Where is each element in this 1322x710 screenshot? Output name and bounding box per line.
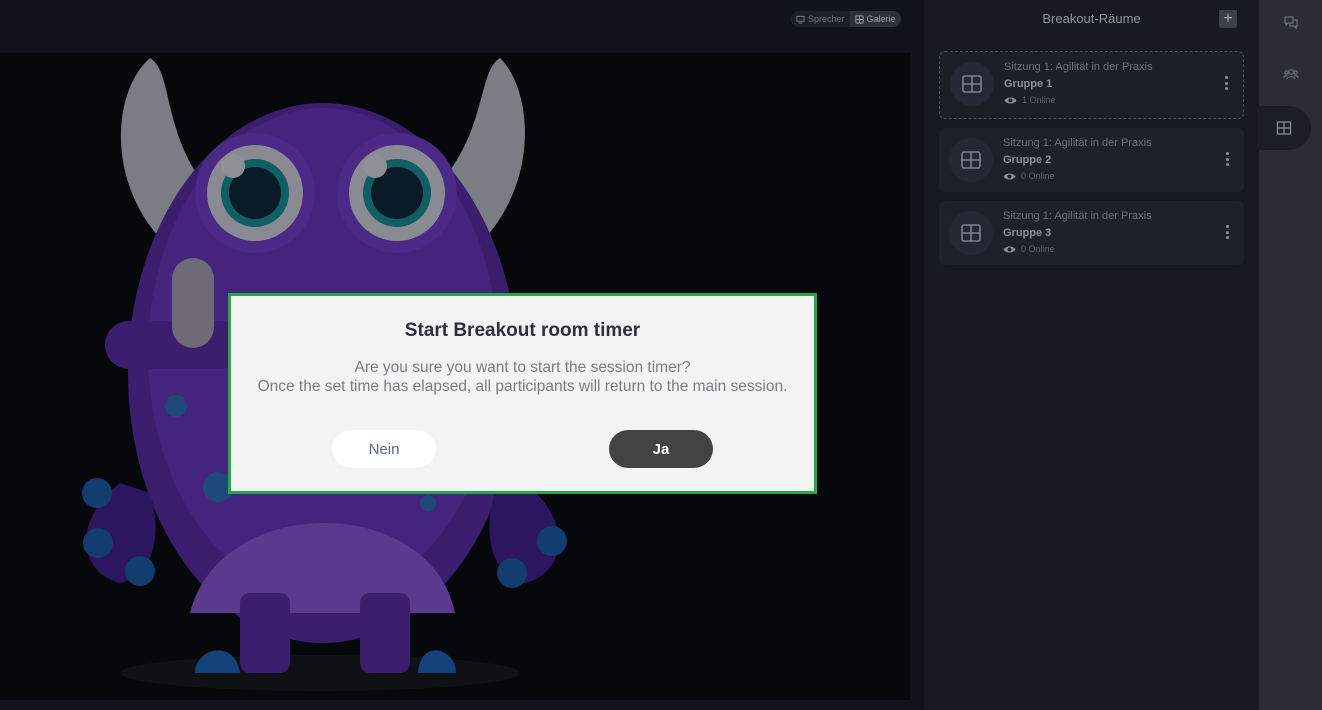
room-online-count: 1 Online	[1022, 95, 1056, 105]
breakout-room-card[interactable]: Sitzung 1: Agilität in der Praxis Gruppe…	[939, 128, 1244, 192]
gallery-view-label: Galerie	[866, 14, 896, 24]
dialog-title: Start Breakout room timer	[404, 320, 641, 341]
room-session-label: Sitzung 1: Agilität in der Praxis	[1003, 210, 1152, 222]
gallery-view-button[interactable]: Galerie	[849, 11, 901, 27]
room-name: Gruppe 3	[1003, 227, 1052, 239]
room-more-options-icon[interactable]	[1224, 225, 1230, 239]
chat-tab-button[interactable]	[1259, 0, 1322, 44]
breakout-rooms-panel: Breakout-Räume + Sitzung 1: Agilität in …	[924, 0, 1259, 710]
speaker-view-button[interactable]: Sprecher	[791, 11, 850, 27]
room-session-label: Sitzung 1: Agilität in der Praxis	[1004, 61, 1153, 73]
room-avatar	[949, 211, 993, 255]
room-online-count: 0 Online	[1021, 171, 1055, 181]
room-more-options-icon[interactable]	[1223, 76, 1229, 90]
confirm-button[interactable]: Ja	[609, 430, 713, 468]
grid-icon	[961, 224, 981, 242]
participants-icon	[1282, 69, 1299, 80]
grid-icon	[961, 151, 981, 169]
eye-icon	[1003, 246, 1016, 252]
monitor-icon	[796, 15, 805, 24]
participants-tab-button[interactable]	[1259, 52, 1322, 96]
dialog-message-line-2: Once the set time has elapsed, all parti…	[257, 378, 788, 395]
room-online-status: 0 Online	[1003, 171, 1055, 181]
start-timer-dialog: Start Breakout room timer Are you sure y…	[228, 293, 817, 494]
room-session-label: Sitzung 1: Agilität in der Praxis	[1003, 137, 1152, 149]
room-more-options-icon[interactable]	[1224, 152, 1230, 166]
breakout-rooms-tab-button[interactable]	[1257, 106, 1311, 150]
breakout-rooms-icon	[1276, 121, 1292, 135]
room-name: Gruppe 2	[1003, 154, 1052, 166]
eye-icon	[1004, 97, 1017, 103]
room-online-status: 1 Online	[1004, 95, 1056, 105]
dialog-message: Are you sure you want to start the sessi…	[231, 358, 814, 396]
room-name: Gruppe 1	[1004, 78, 1053, 90]
stage-topbar: Sprecher Galerie	[0, 0, 924, 40]
eye-icon	[1003, 173, 1016, 179]
room-avatar	[950, 62, 994, 106]
grid-icon	[962, 75, 982, 93]
room-online-count: 0 Online	[1021, 244, 1055, 254]
speaker-view-label: Sprecher	[808, 14, 845, 24]
cancel-button[interactable]: Nein	[332, 430, 436, 468]
room-avatar	[949, 138, 993, 182]
dialog-message-line-1: Are you sure you want to start the sessi…	[354, 359, 691, 376]
view-mode-toggle: Sprecher Galerie	[791, 11, 901, 27]
breakout-room-card[interactable]: Sitzung 1: Agilität in der Praxis Gruppe…	[939, 201, 1244, 265]
chat-icon	[1283, 16, 1298, 30]
room-online-status: 0 Online	[1003, 244, 1055, 254]
right-rail	[1257, 0, 1322, 710]
breakout-room-card[interactable]: Sitzung 1: Agilität in der Praxis Gruppe…	[939, 51, 1244, 119]
panel-title: Breakout-Räume	[1042, 11, 1141, 26]
grid-icon	[854, 14, 864, 24]
add-room-button[interactable]: +	[1219, 10, 1237, 28]
